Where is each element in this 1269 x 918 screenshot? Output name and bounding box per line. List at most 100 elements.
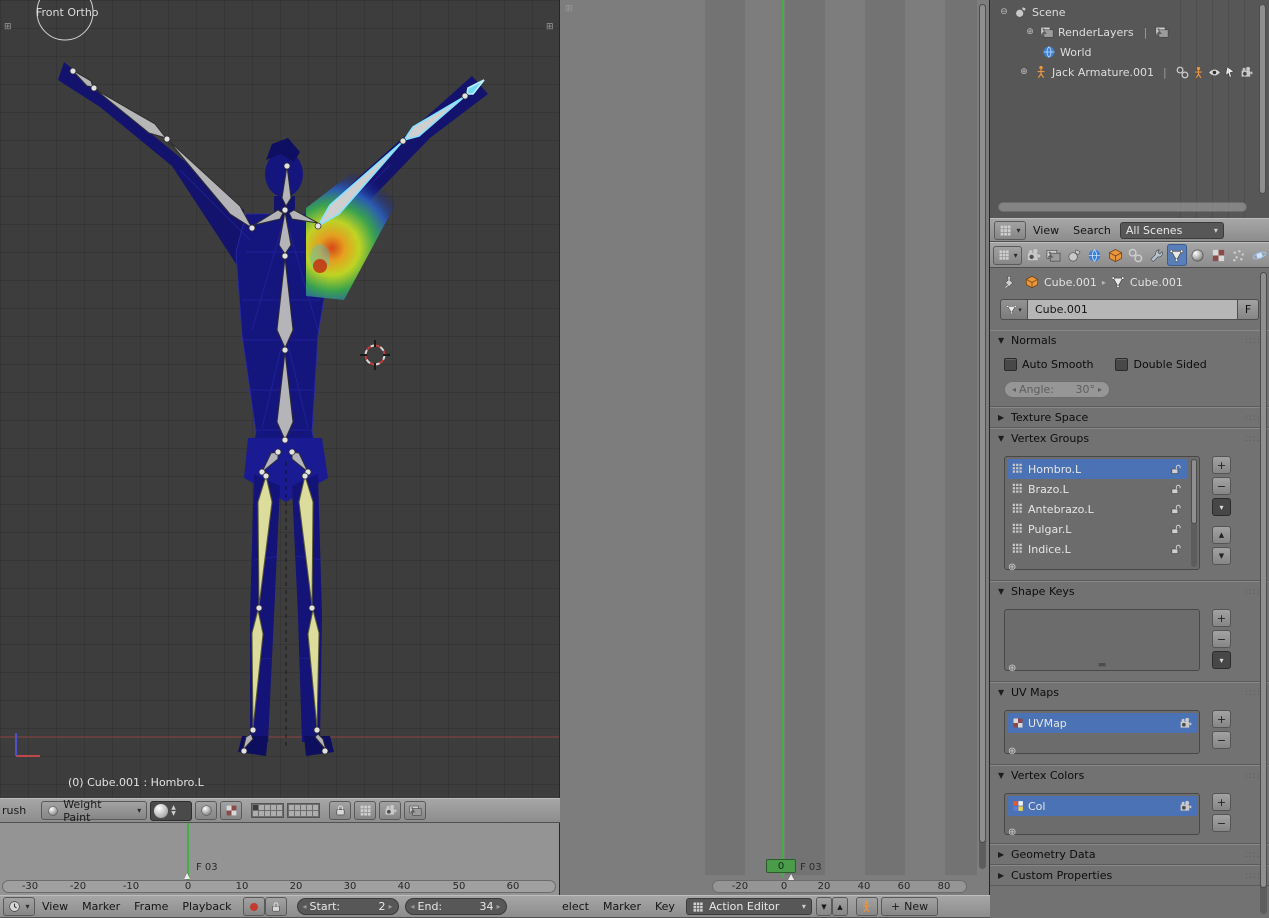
panel-grip-icon[interactable]: :::: [1245,771,1261,781]
tab-world[interactable] [1085,244,1105,266]
dopesheet-h-scrollbar[interactable] [712,880,967,893]
panel-header[interactable]: ▼ Normals :::: [990,331,1269,350]
editor-type-button[interactable]: ▾ [994,221,1026,240]
panel-header[interactable]: ▶ Texture Space :::: [990,408,1269,427]
region-expand-icon[interactable]: ⊞ [565,4,573,14]
uv-map-row[interactable]: UVMap [1007,713,1197,733]
collapse-icon[interactable]: ⊖ [998,7,1010,17]
vertex-group-row[interactable]: Brazo.L [1007,479,1187,499]
lock-icon[interactable] [1170,483,1182,495]
outliner[interactable]: ⊖ Scene ⊕ RenderLayers | World ⊕ Jack Ar… [990,0,1269,218]
menu-key[interactable]: Key [648,900,682,913]
lock-icon[interactable] [1170,543,1182,555]
vertex-group-specials-button[interactable]: ▾ [1212,498,1231,516]
remove-vertex-group-button[interactable]: − [1212,477,1231,495]
shape-keys-list[interactable]: ▬ ⊕ [1004,609,1200,671]
menu-view[interactable]: View [1026,224,1066,237]
brush-selector[interactable]: ▲▼ [150,801,192,821]
timeline-editor[interactable]: -30 -20 -10 0 10 20 30 40 50 60 ▲ F 03 [0,823,560,895]
tab-modifiers[interactable] [1147,244,1167,266]
panel-grip-icon[interactable]: :::: [1245,688,1261,698]
panel-grip-icon[interactable]: :::: [1245,587,1261,597]
layers-widget[interactable] [251,803,284,818]
tab-constraints[interactable] [1126,244,1146,266]
panel-grip-icon[interactable]: :::: [1245,413,1261,423]
render-result-icon[interactable] [1155,25,1169,39]
tab-particles[interactable] [1229,244,1249,266]
vertex-colors-list[interactable]: Col ⊕ [1004,793,1200,835]
uv-maps-list[interactable]: UVMap ⊕ [1004,710,1200,754]
add-hint-icon[interactable]: ⊕ [1008,747,1016,757]
list-resize-grip[interactable]: ▬ [1098,660,1107,670]
panel-header[interactable]: ▼ Vertex Colors :::: [990,766,1269,785]
vertex-color-row[interactable]: Col [1007,796,1197,816]
panel-grip-icon[interactable]: :::: [1245,434,1261,444]
spinner-down-icon[interactable]: ▼ [171,811,176,817]
vertex-group-row[interactable]: Antebrazo.L [1007,499,1187,519]
outliner-h-scrollbar[interactable] [998,202,1247,212]
move-group-down-button[interactable]: ▼ [1212,547,1231,565]
menu-frame[interactable]: Frame [127,900,175,913]
add-hint-icon[interactable]: ⊕ [1008,828,1016,838]
menu-marker[interactable]: Marker [75,900,127,913]
add-shape-key-button[interactable]: + [1212,609,1231,627]
lock-button[interactable] [329,801,351,820]
shape-key-specials-button[interactable]: ▾ [1212,651,1231,669]
region-expand-icon[interactable]: ⊞ [546,22,554,32]
tab-render[interactable] [1023,244,1043,266]
tab-object-data[interactable] [1167,244,1187,266]
new-action-button[interactable]: + New [881,897,938,916]
3d-viewport[interactable]: Front Ortho (0) Cube.001 : Hombro.L ⊞ ⊞ [0,0,560,798]
vertex-group-row[interactable]: Pulgar.L [1007,519,1187,539]
autokey-button[interactable] [243,897,265,916]
menu-select[interactable]: elect [560,900,596,913]
brush-texture-button[interactable] [220,801,242,820]
tab-scene[interactable] [1064,244,1084,266]
expand-icon[interactable]: ⊕ [1018,67,1030,77]
move-group-up-button[interactable]: ▲ [1212,526,1231,544]
tab-material[interactable] [1188,244,1208,266]
panel-header[interactable]: ▶ Custom Properties :::: [990,866,1269,885]
tab-render-layers[interactable] [1044,244,1064,266]
breadcrumb-data[interactable]: Cube.001 [1130,276,1183,289]
outliner-v-scrollbar[interactable] [1259,4,1266,194]
render-anim-button[interactable] [404,801,426,820]
menu-search[interactable]: Search [1066,224,1118,237]
browse-action-button[interactable] [856,897,878,916]
add-vertex-color-button[interactable]: + [1212,793,1231,811]
fake-user-button[interactable]: F [1238,299,1259,320]
dopesheet-playhead[interactable] [782,0,784,877]
menu-marker[interactable]: Marker [596,900,648,913]
camera-icon[interactable] [1240,66,1253,79]
cursor-icon[interactable] [1224,66,1237,79]
dopesheet-editor[interactable]: -20 0 20 40 60 80 0 ▲ F 03 ⊞ [560,0,990,895]
active-render-camera-icon[interactable] [1179,717,1192,730]
brush-falloff-button[interactable] [195,801,217,820]
panel-grip-icon[interactable]: :::: [1245,871,1261,881]
marker-triangle-icon[interactable]: ▲ [184,871,190,880]
layers-widget[interactable] [287,803,320,818]
menu-view[interactable]: View [35,900,75,913]
pin-icon[interactable] [1002,275,1016,289]
remove-shape-key-button[interactable]: − [1212,630,1231,648]
tab-object[interactable] [1106,244,1126,266]
vertex-groups-list[interactable]: Hombro.L Brazo.L Antebrazo.L [1004,456,1200,570]
lock-icon[interactable] [1170,503,1182,515]
panel-header[interactable]: ▼ UV Maps :::: [990,683,1269,702]
remove-uv-map-button[interactable]: − [1212,731,1231,749]
add-hint-icon[interactable]: ⊕ [1008,563,1016,573]
dopesheet-v-scrollbar[interactable] [979,4,986,869]
render-opengl-button[interactable] [379,801,401,820]
spinner-up-button[interactable]: ▲ [832,897,848,916]
panel-header[interactable]: ▼ Shape Keys :::: [990,582,1269,601]
link-icon[interactable] [1176,66,1189,79]
lock-icon[interactable] [1170,463,1182,475]
tab-physics[interactable] [1249,244,1269,266]
tab-texture[interactable] [1208,244,1228,266]
keyingset-lock-button[interactable] [265,897,287,916]
list-scrollbar[interactable] [1191,459,1197,567]
double-sided-checkbox[interactable] [1115,358,1128,371]
expand-icon[interactable]: ⊕ [1024,27,1036,37]
vertex-group-row[interactable]: Indice.L [1007,539,1187,559]
active-render-camera-icon[interactable] [1179,800,1192,813]
